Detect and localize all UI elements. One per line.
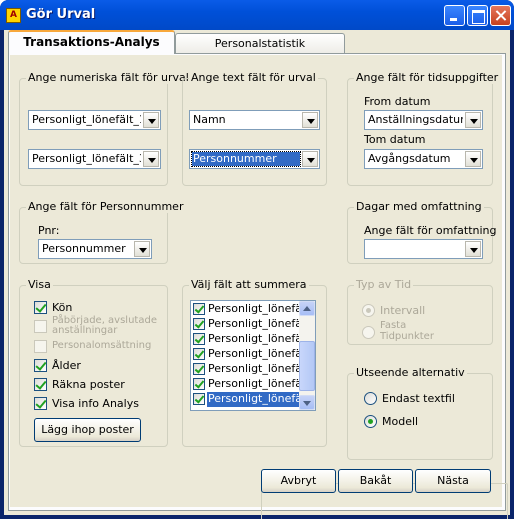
- chevron-down-icon[interactable]: [465, 241, 481, 257]
- list-item-checkbox[interactable]: [193, 348, 205, 360]
- scroll-up-icon[interactable]: [299, 301, 315, 316]
- modell-label: Modell: [382, 415, 419, 428]
- title-bar[interactable]: A Gör Urval: [0, 0, 514, 30]
- chevron-down-icon[interactable]: [143, 151, 159, 167]
- intervall-radio[interactable]: [362, 304, 375, 317]
- list-item-selected[interactable]: Personligt_lönefält_: [191, 392, 315, 407]
- from-date-combo[interactable]: Anställningsdatum: [364, 110, 483, 130]
- list-item-checkbox[interactable]: [193, 393, 205, 405]
- alder-label: Ålder: [52, 359, 81, 372]
- close-button[interactable]: [490, 5, 511, 26]
- fasta-tidpunkter-label: Fasta Tidpunkter: [380, 320, 434, 342]
- pnr-legend: Ange fält för Personnummer: [26, 200, 186, 213]
- cancel-button[interactable]: Avbryt: [261, 469, 336, 493]
- maximize-button[interactable]: [467, 5, 488, 26]
- time-fields-legend: Ange fält för tidsuppgifter: [354, 71, 501, 84]
- fasta-tidpunkter-radio[interactable]: [362, 326, 375, 339]
- visa-info-checkbox[interactable]: [34, 397, 47, 410]
- list-item-checkbox[interactable]: [193, 363, 205, 375]
- personalomsattning-checkbox[interactable]: [34, 340, 47, 353]
- minimize-button[interactable]: [444, 5, 465, 26]
- to-date-label: Tom datum: [364, 133, 426, 146]
- text-fields-group: Ange text fält för urval: [182, 71, 327, 186]
- chevron-down-icon[interactable]: [302, 151, 318, 167]
- typ-av-tid-legend: Typ av Tid: [354, 278, 414, 291]
- text-field-combo-2[interactable]: Personnummer: [189, 149, 320, 169]
- to-date-combo[interactable]: Avgångsdatum: [364, 149, 483, 169]
- visa-legend: Visa: [26, 278, 53, 291]
- next-button[interactable]: Nästa: [415, 469, 491, 493]
- chevron-down-icon[interactable]: [143, 112, 159, 128]
- scroll-down-icon[interactable]: [299, 395, 315, 410]
- rakna-poster-label: Räkna poster: [52, 378, 125, 391]
- text-fields-legend: Ange text fält för urval: [189, 71, 318, 84]
- list-item[interactable]: Personligt_lönefält_: [191, 347, 315, 362]
- numeric-fields-group: Ange numeriska fält för urval: [19, 71, 191, 186]
- list-scrollbar[interactable]: [299, 301, 315, 410]
- personalomsattning-label: Personalomsättning: [52, 340, 152, 351]
- tab-panel: Ange numeriska fält för urval Personligt…: [8, 53, 508, 519]
- list-item[interactable]: Personligt_lönefält_: [191, 377, 315, 392]
- chevron-down-icon[interactable]: [465, 112, 481, 128]
- list-item-checkbox[interactable]: [193, 333, 205, 345]
- summera-list[interactable]: Personligt_lönefält_ Personligt_lönefält…: [190, 300, 316, 411]
- list-item[interactable]: Personligt_lönefält_: [191, 317, 315, 332]
- client-area: Personalstatistik Transaktions-Analys An…: [4, 30, 510, 519]
- rakna-poster-checkbox[interactable]: [34, 378, 47, 391]
- summera-legend: Välj fält att summera: [189, 278, 309, 291]
- app-icon: A: [6, 8, 21, 23]
- tab-personalstatistik[interactable]: Personalstatistik: [175, 33, 345, 55]
- from-date-label: From datum: [364, 95, 431, 108]
- text-field-combo-1[interactable]: Namn: [189, 110, 320, 130]
- window: A Gör Urval Personalstatistik Transaktio…: [0, 0, 514, 519]
- modell-radio[interactable]: [364, 415, 377, 428]
- endast-textfil-label: Endast textfil: [382, 392, 455, 405]
- back-button[interactable]: Bakåt: [338, 469, 413, 493]
- kon-checkbox[interactable]: [34, 301, 47, 314]
- endast-textfil-radio[interactable]: [364, 392, 377, 405]
- chevron-down-icon[interactable]: [134, 241, 150, 257]
- list-item[interactable]: Personligt_lönefält_: [191, 362, 315, 377]
- paborjade-checkbox[interactable]: [34, 320, 47, 333]
- dagar-legend: Dagar med omfattning: [354, 200, 484, 213]
- tab-transaktions-analys[interactable]: Transaktions-Analys: [8, 30, 175, 54]
- intervall-label: Intervall: [380, 304, 426, 317]
- visa-info-label: Visa info Analys: [52, 397, 139, 410]
- kon-label: Kön: [52, 301, 73, 314]
- utseende-legend: Utseende alternativ: [354, 366, 467, 379]
- list-item-checkbox[interactable]: [193, 303, 205, 315]
- pnr-label: Pnr:: [38, 224, 60, 237]
- omfattning-combo[interactable]: [364, 239, 483, 259]
- chevron-down-icon[interactable]: [302, 112, 318, 128]
- window-title: Gör Urval: [26, 7, 96, 22]
- list-item[interactable]: Personligt_lönefält_: [191, 332, 315, 347]
- list-item-checkbox[interactable]: [193, 318, 205, 330]
- omfattning-label: Ange fält för omfattning: [364, 224, 497, 237]
- pnr-combo[interactable]: Personnummer: [38, 239, 152, 259]
- paborjade-label: Påbörjade, avslutade anställningar: [52, 315, 157, 336]
- chevron-down-icon[interactable]: [465, 151, 481, 167]
- list-item[interactable]: Personligt_lönefält_: [191, 302, 315, 317]
- list-item-checkbox[interactable]: [193, 378, 205, 390]
- numeric-field-combo-1[interactable]: Personligt_lönefält_1: [28, 110, 161, 130]
- numeric-field-combo-2[interactable]: Personligt_lönefält_3: [28, 149, 161, 169]
- numeric-fields-legend: Ange numeriska fält för urval: [26, 71, 191, 84]
- scroll-thumb[interactable]: [299, 341, 315, 391]
- alder-checkbox[interactable]: [34, 359, 47, 372]
- lagg-ihop-poster-button[interactable]: Lägg ihop poster: [34, 418, 141, 442]
